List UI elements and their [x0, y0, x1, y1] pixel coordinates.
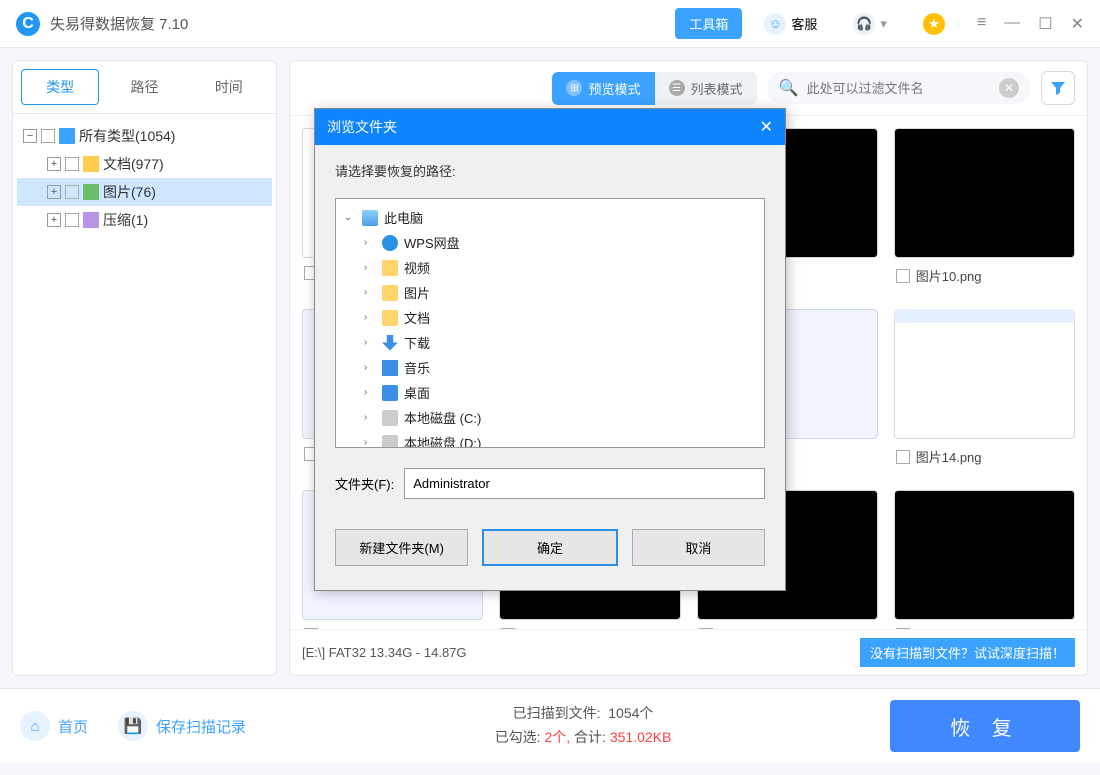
dialog-close-button[interactable]: ✕	[760, 117, 773, 137]
folder-tree-row[interactable]: ⌄ 此电脑	[340, 205, 760, 230]
chevron-right-icon[interactable]: ›	[364, 412, 376, 423]
folder-tree[interactable]: ⌄ 此电脑 › WPS网盘 › 视频 › 图片	[335, 198, 765, 448]
chevron-right-icon[interactable]: ›	[364, 312, 376, 323]
cloud-icon	[382, 235, 398, 251]
folder-tree-row[interactable]: › 图片	[340, 280, 760, 305]
chevron-right-icon[interactable]: ›	[364, 387, 376, 398]
folder-tree-row[interactable]: › 本地磁盘 (D:)	[340, 430, 760, 448]
folder-label: 文件夹(F):	[335, 474, 394, 493]
video-folder-icon	[382, 260, 398, 276]
disk-icon	[382, 410, 398, 426]
folder-tree-row[interactable]: › 下载	[340, 330, 760, 355]
folder-tree-row[interactable]: › 文档	[340, 305, 760, 330]
pictures-folder-icon	[382, 285, 398, 301]
chevron-right-icon[interactable]: ›	[364, 337, 376, 348]
music-icon	[382, 360, 398, 376]
chevron-right-icon[interactable]: ›	[364, 237, 376, 248]
chevron-right-icon[interactable]: ›	[364, 262, 376, 273]
dialog-title: 浏览文件夹	[327, 117, 397, 137]
download-icon	[382, 335, 398, 351]
cancel-button[interactable]: 取消	[632, 529, 765, 566]
modal-overlay: 浏览文件夹 ✕ 请选择要恢复的路径: ⌄ 此电脑 › WPS网盘 ›	[0, 0, 1100, 775]
chevron-down-icon[interactable]: ⌄	[344, 212, 356, 223]
folder-tree-row[interactable]: › 桌面	[340, 380, 760, 405]
chevron-right-icon[interactable]: ›	[364, 287, 376, 298]
dialog-prompt: 请选择要恢复的路径:	[335, 161, 765, 180]
folder-tree-row[interactable]: › 视频	[340, 255, 760, 280]
folder-name-input[interactable]	[404, 468, 765, 499]
new-folder-button[interactable]: 新建文件夹(M)	[335, 529, 468, 566]
browse-folder-dialog: 浏览文件夹 ✕ 请选择要恢复的路径: ⌄ 此电脑 › WPS网盘 ›	[314, 108, 786, 591]
folder-tree-row[interactable]: › 音乐	[340, 355, 760, 380]
chevron-right-icon[interactable]: ›	[364, 437, 376, 448]
folder-tree-row[interactable]: › WPS网盘	[340, 230, 760, 255]
disk-icon	[382, 435, 398, 449]
ok-button[interactable]: 确定	[482, 529, 617, 566]
pc-icon	[362, 210, 378, 226]
folder-tree-row[interactable]: › 本地磁盘 (C:)	[340, 405, 760, 430]
documents-folder-icon	[382, 310, 398, 326]
chevron-right-icon[interactable]: ›	[364, 362, 376, 373]
desktop-icon	[382, 385, 398, 401]
